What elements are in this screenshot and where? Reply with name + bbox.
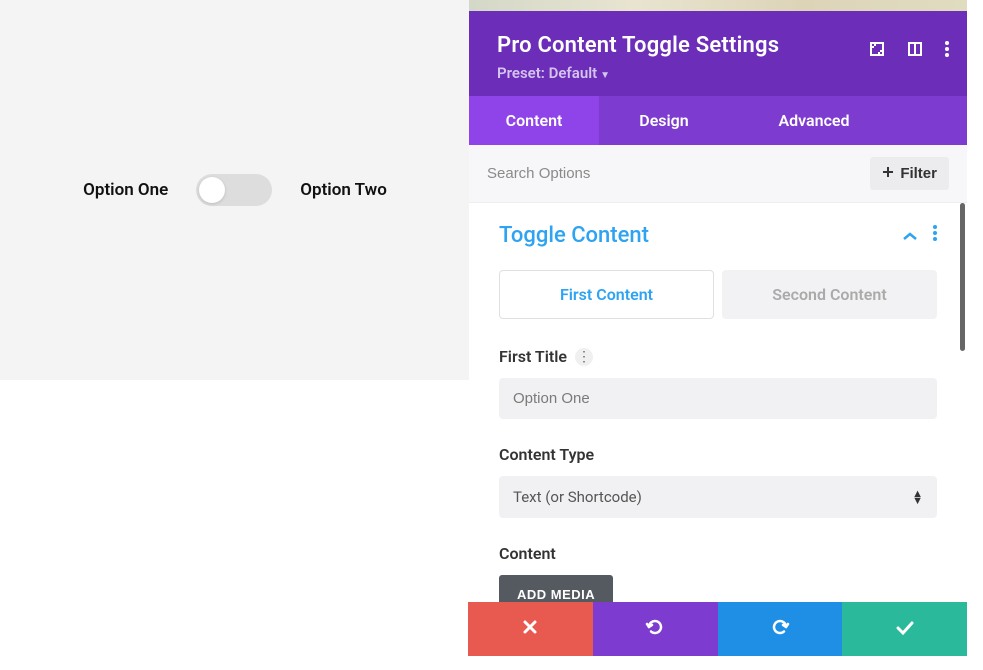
tab-content[interactable]: Content: [469, 96, 599, 145]
tab-advanced[interactable]: Advanced: [729, 96, 899, 145]
chevron-up-icon[interactable]: [903, 226, 917, 245]
section-controls: [903, 225, 937, 246]
toggle-knob: [199, 177, 225, 203]
footer-actions: [468, 602, 967, 656]
content-type-select[interactable]: Text (or Shortcode): [499, 476, 937, 518]
toggle-switch[interactable]: [196, 174, 272, 206]
panel-header: Pro Content Toggle Settings Preset: Defa…: [469, 11, 967, 96]
first-title-label: First Title: [499, 347, 567, 366]
preset-selector[interactable]: Preset: Default▼: [497, 64, 939, 82]
search-row: Filter: [469, 145, 967, 203]
map-background-sliver: [469, 0, 967, 11]
preset-label: Preset: Default: [497, 64, 597, 82]
content-type-label: Content Type: [499, 445, 594, 464]
filter-label: Filter: [900, 165, 937, 182]
preview-canvas: Option One Option Two: [0, 0, 470, 380]
chevron-down-icon: ▼: [600, 70, 610, 81]
first-title-input[interactable]: [499, 378, 937, 419]
section-header: Toggle Content: [499, 223, 937, 248]
redo-button[interactable]: [718, 602, 843, 656]
section-toggle-content: Toggle Content First Content Second Cont…: [469, 203, 967, 650]
toggle-label-left: Option One: [83, 180, 168, 200]
panel-body: Toggle Content First Content Second Cont…: [469, 203, 967, 670]
plus-icon: [882, 165, 894, 182]
main-tabs: Content Design Advanced: [469, 96, 967, 145]
subtab-second-content[interactable]: Second Content: [722, 270, 937, 319]
close-icon: [522, 619, 538, 640]
header-icons: [869, 41, 949, 57]
check-icon: [896, 619, 914, 640]
save-button[interactable]: [842, 602, 967, 656]
undo-button[interactable]: [593, 602, 718, 656]
toggle-label-right: Option Two: [300, 180, 387, 200]
content-label: Content: [499, 544, 556, 563]
columns-icon[interactable]: [907, 41, 923, 57]
undo-icon: [645, 617, 665, 642]
field-first-title: First Title ⋮: [499, 347, 937, 419]
filter-button[interactable]: Filter: [870, 157, 949, 190]
more-vertical-icon[interactable]: [933, 225, 937, 246]
subtab-first-content[interactable]: First Content: [499, 270, 714, 319]
redo-icon: [770, 617, 790, 642]
toggle-preview: Option One Option Two: [83, 174, 387, 206]
help-icon[interactable]: ⋮: [575, 348, 593, 366]
field-content-type: Content Type Text (or Shortcode) ▲▼: [499, 445, 937, 518]
expand-icon[interactable]: [869, 41, 885, 57]
content-subtabs: First Content Second Content: [499, 270, 937, 319]
settings-panel: Pro Content Toggle Settings Preset: Defa…: [469, 0, 967, 670]
tab-design[interactable]: Design: [599, 96, 729, 145]
more-vertical-icon[interactable]: [945, 41, 949, 57]
scrollbar-thumb[interactable]: [960, 203, 965, 351]
section-title: Toggle Content: [499, 223, 649, 248]
search-input[interactable]: [487, 165, 870, 182]
cancel-button[interactable]: [468, 602, 593, 656]
